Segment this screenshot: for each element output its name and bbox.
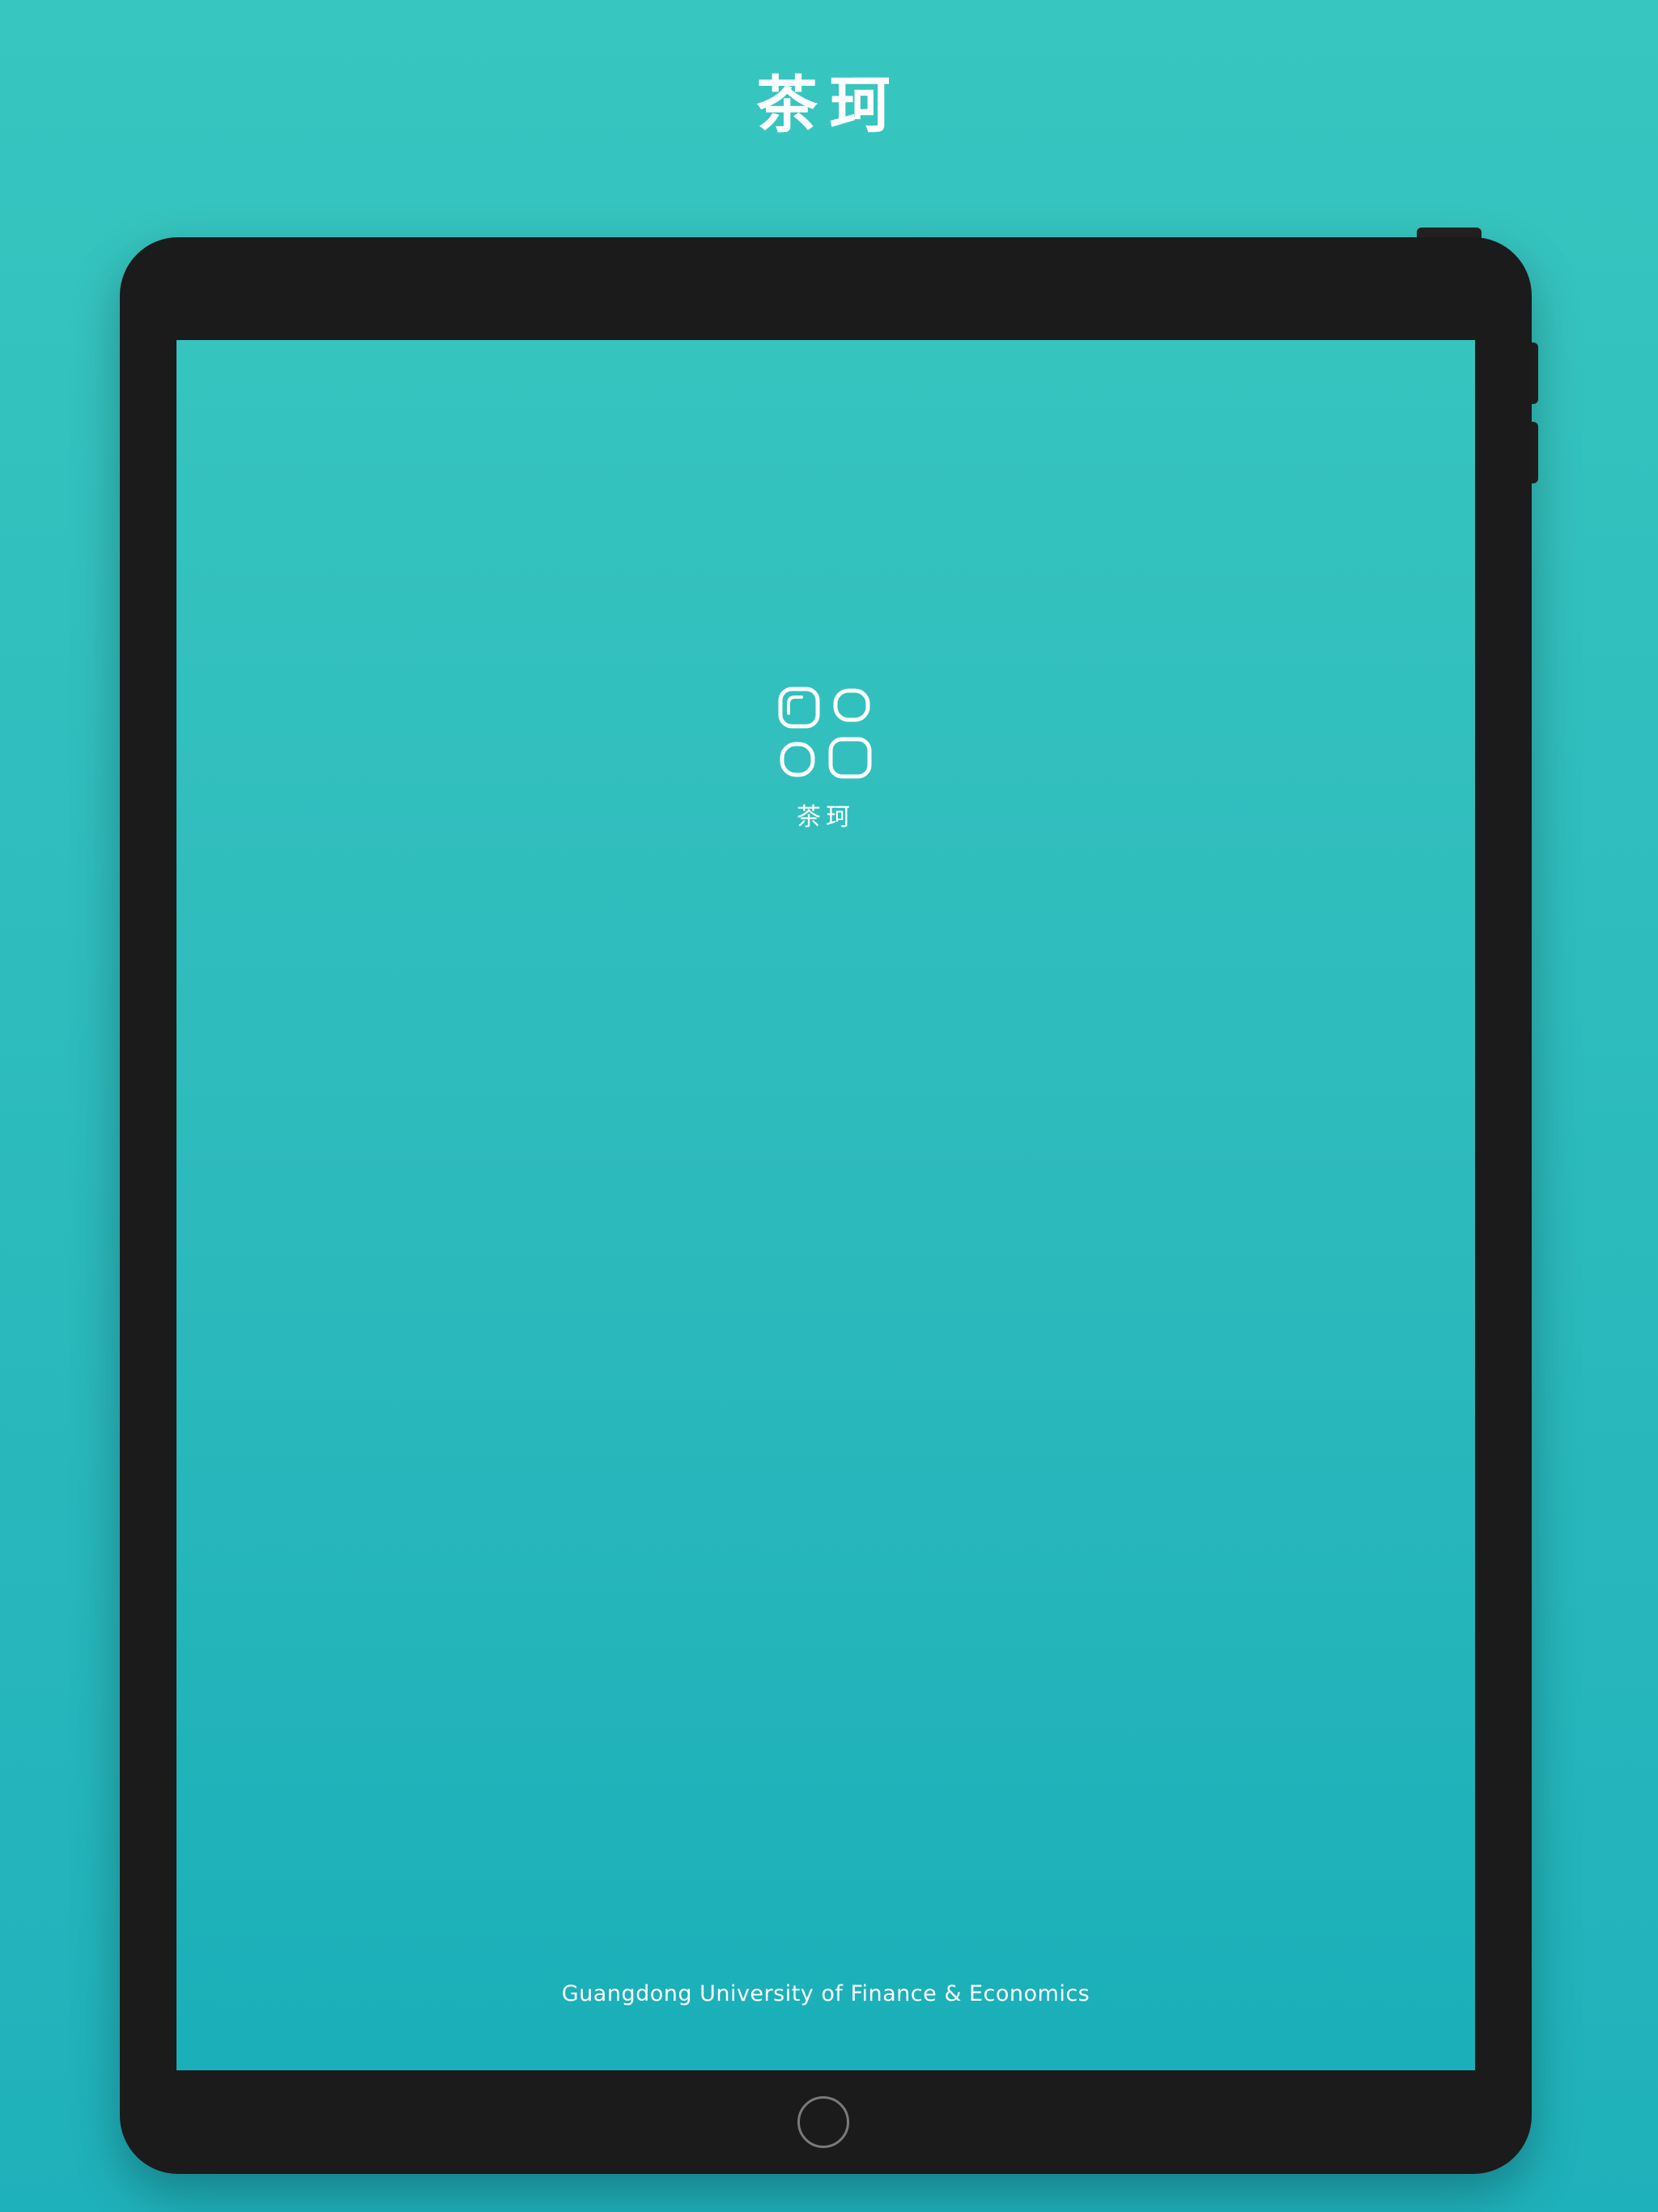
page-title: 茶珂 xyxy=(756,69,902,141)
footer-university-text: Guangdong University of Finance & Econom… xyxy=(561,1981,1090,2006)
app-logo-label: 茶珂 xyxy=(797,803,855,832)
app-grid-logo-icon xyxy=(778,687,872,779)
home-button[interactable] xyxy=(797,2096,849,2148)
tablet-screen: 茶珂 Guangdong University of Finance & Eco… xyxy=(176,340,1475,2070)
